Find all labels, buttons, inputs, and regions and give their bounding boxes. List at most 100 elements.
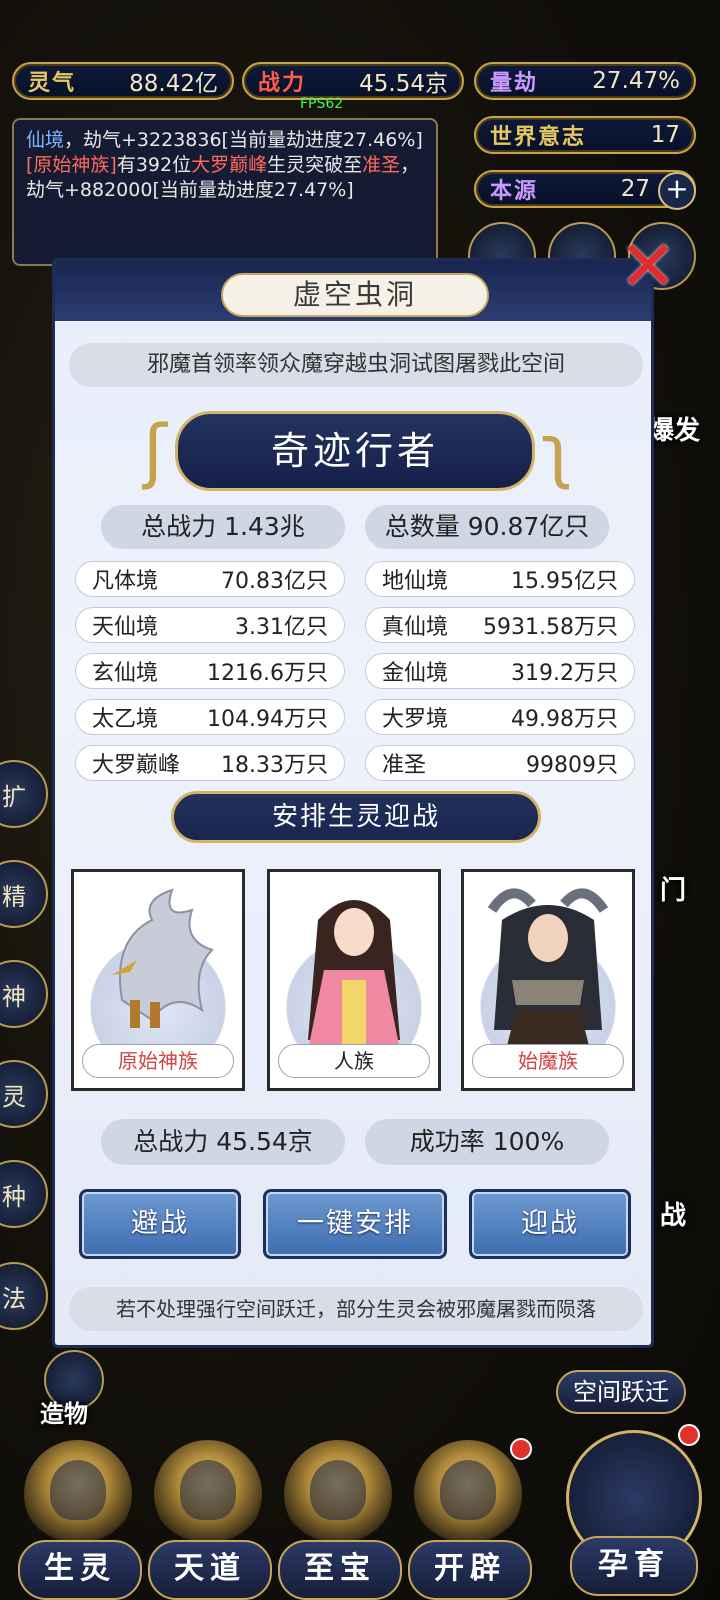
left-side-btn-4[interactable]: 灵: [0, 1060, 48, 1128]
lingqi-stat[interactable]: 灵气 88.42亿: [12, 62, 234, 100]
world-will-stat[interactable]: 世界意志 17: [474, 116, 696, 154]
human-portrait: [278, 880, 430, 1050]
nav-shengling-label: 生灵: [18, 1540, 142, 1600]
dialog-description: 邪魔首领率领众魔穿越虫洞试图屠戮此空间: [69, 343, 643, 387]
plus-icon[interactable]: +: [658, 172, 696, 210]
left-char-2: 精: [2, 882, 26, 911]
left-side-btn-2[interactable]: 精: [0, 860, 48, 928]
griffin-art: [112, 888, 214, 1028]
realm-name: 太乙境: [92, 707, 159, 732]
auto-arrange-button[interactable]: 一键安排: [263, 1189, 447, 1259]
liangjie-label: 量劫: [490, 71, 539, 96]
enemy-total-power: 总战力 1.43兆: [101, 505, 345, 549]
realm-name: 地仙境: [382, 569, 449, 594]
shengling-icon: [24, 1440, 132, 1548]
avoid-battle-button[interactable]: 避战: [79, 1189, 241, 1259]
griffin-portrait: [82, 880, 234, 1050]
log-realm: 仙境: [26, 129, 65, 151]
event-log: 仙境，劫气+3223836[当前量劫进度27.46%] [原始神族]有392位大…: [12, 118, 438, 266]
nav-tiandao-label: 天道: [148, 1540, 272, 1600]
realm-count: 319.2万只: [511, 661, 618, 686]
race-card-primordial[interactable]: 原始神族: [71, 869, 245, 1091]
benyuan-label: 本源: [490, 179, 539, 204]
log-rank-2: 准圣: [362, 154, 401, 176]
world-will-value: 17: [650, 122, 680, 148]
realm-name: 大罗境: [382, 707, 449, 732]
nav-kaipi-label: 开辟: [408, 1540, 532, 1600]
success-rate-value: 100%: [492, 1127, 565, 1156]
race-card-human[interactable]: 人族: [267, 869, 441, 1091]
demon-portrait: [472, 880, 624, 1050]
left-char-1: 扩: [2, 782, 26, 811]
right-label-men[interactable]: 门: [660, 870, 686, 907]
lingqi-label: 灵气: [28, 71, 77, 96]
benyuan-stat[interactable]: 本源 27 +: [474, 170, 696, 210]
arrange-banner: 安排生灵迎战: [171, 791, 541, 843]
realm-name: 凡体境: [92, 569, 159, 594]
lingqi-value: 88.42亿: [129, 71, 218, 97]
our-total-power-label: 总战力: [133, 1127, 209, 1156]
liangjie-stat[interactable]: 量劫 27.47%: [474, 62, 696, 100]
left-side-btn-5[interactable]: 种: [0, 1160, 48, 1228]
realm-row: 地仙境 15.95亿只: [365, 561, 635, 597]
realm-count: 49.98万只: [511, 707, 618, 732]
left-side-btn-6[interactable]: 法: [0, 1262, 48, 1330]
left-char-3: 神: [2, 982, 26, 1011]
nav-kaipi[interactable]: 开辟: [408, 1440, 532, 1600]
log-race: [原始神族]: [26, 154, 117, 176]
enemy-total-count: 总数量 90.87亿只: [365, 505, 609, 549]
human-art: [308, 900, 400, 1050]
realm-row: 玄仙境 1216.6万只: [75, 653, 345, 689]
race-card-demon[interactable]: 始魔族: [461, 869, 635, 1091]
enemy-total-count-value: 90.87亿只: [467, 512, 590, 541]
space-jump-button[interactable]: 空间跃迁: [556, 1370, 686, 1414]
log-text-3: 生灵突破至: [267, 154, 363, 176]
yunyu-notification-dot: [678, 1424, 700, 1446]
left-char-5: 种: [2, 1182, 26, 1211]
left-char-6: 法: [2, 1284, 26, 1313]
liangjie-value: 27.47%: [592, 68, 680, 94]
race-tag-demon: 始魔族: [472, 1044, 624, 1078]
realm-count: 104.94万只: [207, 707, 328, 732]
log-text-1: ，劫气+3223836[当前量劫进度27.46%]: [64, 129, 423, 151]
realm-name: 真仙境: [382, 615, 449, 640]
realm-count: 99809只: [526, 753, 618, 778]
nav-zhibao[interactable]: 至宝: [278, 1440, 402, 1600]
left-side-btn-1[interactable]: 扩: [0, 760, 48, 828]
log-rank: 大罗巅峰: [191, 154, 268, 176]
right-label-baofa[interactable]: 爆发: [648, 410, 700, 447]
realm-count: 15.95亿只: [511, 569, 618, 594]
right-label-zhan[interactable]: 战: [660, 1195, 686, 1232]
realm-row: 准圣 99809只: [365, 745, 635, 781]
warning-text: 若不处理强行空间跃迁，部分生灵会被邪魔屠戮而陨落: [69, 1287, 643, 1331]
enemy-name-banner: 奇迹行者: [175, 411, 535, 491]
enemy-total-count-label: 总数量: [384, 512, 460, 541]
nav-tiandao[interactable]: 天道: [148, 1440, 272, 1600]
realm-name: 大罗巅峰: [92, 753, 181, 778]
nav-yunyu-label: 孕育: [570, 1536, 698, 1596]
realm-name: 天仙境: [92, 615, 159, 640]
zaowu-label: 造物: [40, 1400, 88, 1428]
realm-row: 凡体境 70.83亿只: [75, 561, 345, 597]
nav-shengling[interactable]: 生灵: [18, 1440, 142, 1600]
our-total-power: 总战力 45.54京: [101, 1119, 345, 1165]
realm-name: 金仙境: [382, 661, 449, 686]
left-side-btn-3[interactable]: 神: [0, 960, 48, 1028]
kaipi-notification-dot: [510, 1438, 532, 1460]
close-x-icon[interactable]: ✕: [612, 231, 684, 301]
benyuan-value: 27: [620, 176, 650, 202]
dialog-title: 虚空虫洞: [221, 273, 489, 317]
realm-count: 1216.6万只: [207, 661, 328, 686]
realm-name: 玄仙境: [92, 661, 159, 686]
realm-count: 70.83亿只: [221, 569, 328, 594]
success-rate-label: 成功率: [409, 1127, 485, 1156]
nav-zhibao-label: 至宝: [278, 1540, 402, 1600]
race-tag-primordial: 原始神族: [82, 1044, 234, 1078]
zhanli-stat[interactable]: 战力 45.54京: [242, 62, 464, 100]
enemy-total-power-value: 1.43兆: [224, 512, 305, 541]
kaipi-icon: [414, 1440, 522, 1548]
wormhole-dialog: 虚空虫洞 邪魔首领率领众魔穿越虫洞试图屠戮此空间 ʃ 奇迹行者 ʅ 总战力 1.…: [52, 258, 654, 1348]
zaowu-button[interactable]: 造物: [26, 1350, 118, 1430]
fight-button[interactable]: 迎战: [469, 1189, 631, 1259]
nav-yunyu[interactable]: 孕育: [556, 1424, 706, 1596]
